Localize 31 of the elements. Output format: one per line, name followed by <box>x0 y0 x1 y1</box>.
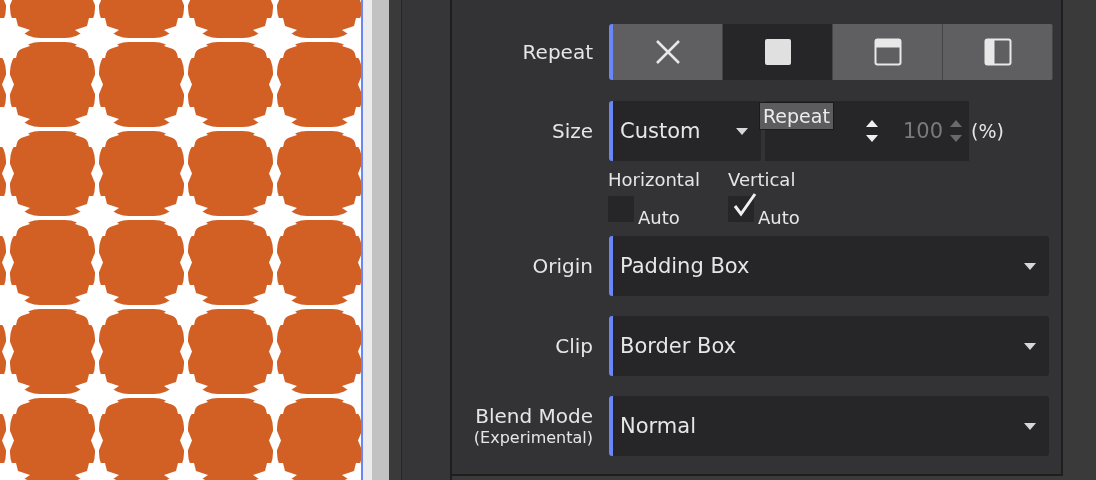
auto-checkbox[interactable] <box>728 196 754 222</box>
repeat-option-button[interactable] <box>943 24 1053 80</box>
size-dropdown[interactable]: Custom <box>609 101 761 161</box>
dropdown-caret-icon <box>1023 261 1037 271</box>
down-arrow-icon[interactable] <box>865 134 879 143</box>
field-label: Repeat <box>522 40 593 64</box>
dropdown[interactable]: Padding Box <box>609 236 1049 296</box>
left-band-icon <box>983 38 1012 66</box>
field-label: Blend Mode <box>475 404 593 428</box>
scrollbar[interactable] <box>372 0 389 480</box>
axis-label: Vertical <box>728 169 797 190</box>
field-label: Clip <box>555 334 593 358</box>
unit-label: (%) <box>971 120 1004 142</box>
checkbox-label: Auto <box>758 207 800 228</box>
field-label: Origin <box>532 254 593 278</box>
axis-label: Horizontal <box>608 169 701 190</box>
dropdown-caret-icon <box>1023 341 1037 351</box>
repeat-option-button[interactable] <box>723 24 833 80</box>
up-arrow-icon[interactable] <box>865 119 879 128</box>
square-icon <box>763 38 792 66</box>
dropdown-caret-icon <box>1023 421 1037 431</box>
dropdown[interactable]: Border Box <box>609 316 1049 376</box>
dropdown-caret-icon <box>735 126 749 136</box>
top-band-icon <box>873 38 902 66</box>
dropdown[interactable]: Normal <box>609 396 1049 456</box>
tooltip: Repeat <box>759 102 834 130</box>
field-label: Size <box>551 119 593 143</box>
field-sublabel: (Experimental) <box>473 428 593 448</box>
close-icon <box>654 39 681 65</box>
checkbox-label: Auto <box>638 207 680 228</box>
repeat-option-button[interactable] <box>833 24 943 80</box>
